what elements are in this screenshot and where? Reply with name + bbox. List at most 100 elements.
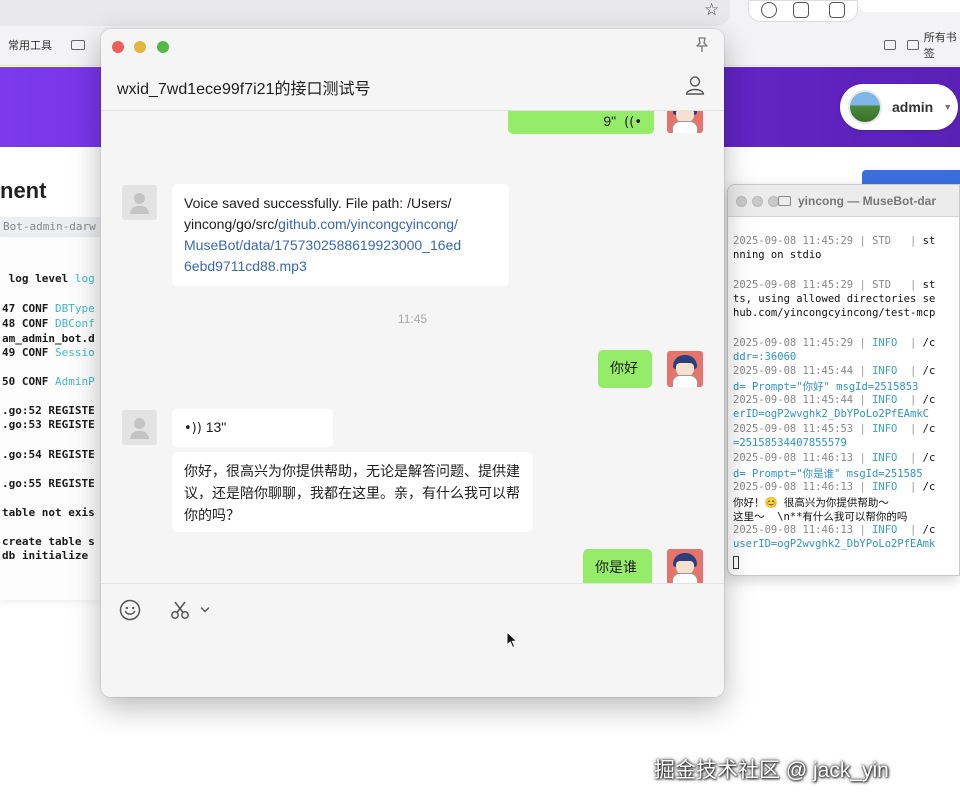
bookmark-label: 常用工具	[8, 40, 52, 52]
emoji-icon[interactable]	[119, 599, 141, 621]
terminal-line: d= Prompt="你好" msgId=2515853	[733, 381, 919, 393]
voice-duration: 9"	[603, 113, 617, 129]
log-line: .go:54 REGISTE	[2, 448, 95, 461]
mouse-pointer-icon	[506, 631, 518, 649]
pin-icon[interactable]	[695, 37, 709, 53]
message-bubble[interactable]: 你好	[598, 350, 652, 388]
extensions-group	[748, 0, 858, 22]
extension-icon[interactable]	[761, 2, 777, 18]
tab-label[interactable]: Bot-admin-darw	[0, 217, 100, 237]
terminal-line: 2025-09-08 11:45:29 | STD | st	[733, 279, 936, 291]
window-close-button[interactable]	[736, 196, 747, 207]
log-panel: log level log 47 CONF DBType 48 CONF DBCon…	[0, 238, 102, 600]
message-bubble[interactable]: Voice saved successfully. File path: /Us…	[172, 184, 509, 286]
terminal-line: erID=ogP2wvghk2_DbYPoLo2PfEAmkC	[733, 408, 929, 420]
voice-wave-icon: ((•	[620, 115, 642, 130]
message-bubble[interactable]: 你是谁	[583, 549, 652, 583]
voice-wave-icon: •))	[184, 421, 202, 436]
voice-message[interactable]: •)) 13"	[172, 409, 333, 447]
terminal-window: yincong — MuseBot-dar 2025-09-08 11:45:2…	[727, 184, 960, 576]
terminal-line: 你好！😊 很高兴为你提供帮助～	[733, 497, 889, 509]
terminal-line: 2025-09-08 11:45:44 | INFO | /c	[733, 394, 936, 406]
chat-header: wxid_7wd1ece99f7i21的接口测试号	[101, 29, 724, 111]
message-text: 你好	[610, 360, 638, 376]
terminal-line: 2025-09-08 11:45:53 | INFO | /c	[733, 423, 936, 435]
terminal-line: ddr=:36060	[733, 351, 797, 363]
message-input[interactable]	[101, 583, 724, 697]
terminal-line: 2025-09-08 11:45:29 | STD | st	[733, 235, 936, 247]
log-line: .go:55 REGISTE	[2, 477, 95, 490]
message-text: 你是谁	[595, 559, 637, 575]
watermark-text: 掘金技术社区 @ jack_yin	[654, 759, 889, 782]
avatar[interactable]	[667, 549, 703, 583]
terminal-line: 2025-09-08 11:45:29 | INFO | /c	[733, 337, 936, 349]
terminal-cursor	[733, 556, 739, 569]
profile-area[interactable]	[858, 0, 960, 12]
bookmark-star-icon[interactable]: ☆	[704, 0, 719, 20]
voice-message[interactable]: 9" ((•	[508, 111, 654, 134]
log-line: .go:53 REGISTE	[2, 418, 95, 431]
puzzle-icon[interactable]	[829, 2, 845, 18]
terminal-line: hub.com/yincongcyincong/test-mcp	[733, 307, 936, 319]
chevron-down-icon[interactable]	[200, 606, 210, 614]
message-list[interactable]: 9" ((• Voice saved successfully. File pa…	[101, 111, 724, 583]
user-menu[interactable]: admin ▼	[840, 84, 958, 130]
page-title: nent	[0, 178, 47, 203]
log-line: am_admin_bot.d	[2, 332, 95, 345]
terminal-line: userID=ogP2wvghk2_DbYPoLo2PfEAmk	[733, 538, 936, 550]
avatar	[848, 90, 882, 124]
message-link[interactable]: github.com/yincongcyincong/	[278, 216, 458, 232]
chat-title: wxid_7wd1ece99f7i21的接口测试号	[117, 81, 371, 98]
message-bubble[interactable]: 你好，很高兴为你提供帮助，无论是解答问题、提供建议，还是陪你聊聊，我都在这里。亲…	[172, 452, 533, 532]
terminal-line: 2025-09-08 11:46:13 | INFO | /c	[733, 524, 936, 536]
log-line: 48 CONF DBConf	[2, 317, 95, 330]
window-minimize-button[interactable]	[752, 196, 763, 207]
chevron-down-icon: ▼	[943, 102, 953, 112]
log-line: .go:52 REGISTE	[2, 404, 95, 417]
terminal-line: 2025-09-08 11:46:13 | INFO | /c	[733, 452, 936, 464]
address-bar[interactable]	[0, 0, 730, 26]
bookmark-label: 所有书签	[923, 32, 957, 60]
person-icon[interactable]	[685, 75, 705, 95]
terminal-line: =25158534407855579	[733, 437, 847, 449]
scissors-icon[interactable]	[169, 599, 191, 621]
folder-icon	[884, 40, 896, 50]
log-line: create table s	[2, 535, 95, 548]
log-line: log level log	[2, 272, 95, 285]
terminal-line: nning on stdio	[733, 249, 822, 261]
timestamp: 11:45	[397, 312, 428, 326]
log-line: 49 CONF Sessio	[2, 346, 95, 359]
window-minimize-button[interactable]	[134, 41, 146, 53]
extension-icon[interactable]	[793, 2, 809, 18]
log-line: 47 CONF DBType	[2, 302, 95, 315]
user-name: admin	[892, 99, 934, 115]
terminal-line: 2025-09-08 11:45:44 | INFO | /c	[733, 365, 936, 377]
folder-icon	[71, 40, 85, 50]
message-text: yincong/go/src/	[184, 216, 279, 232]
window-zoom-button[interactable]	[157, 41, 169, 53]
terminal-line: d= Prompt="你是谁" msgId=251585	[733, 468, 923, 480]
log-line: db initialize	[2, 549, 89, 562]
message-text: Voice saved successfully. File path: /Us…	[184, 195, 452, 211]
terminal-line: 这里～ \n**有什么我可以帮你的吗	[733, 511, 908, 523]
window-close-button[interactable]	[112, 41, 124, 53]
terminal-line: 2025-09-08 11:46:13 | INFO | /c	[733, 481, 936, 493]
folder-icon	[778, 196, 791, 206]
message-link[interactable]: MuseBot/data/1757302588619923000_16ed	[184, 237, 461, 253]
avatar[interactable]	[667, 111, 703, 133]
avatar[interactable]	[667, 351, 703, 387]
log-line: table not exis	[2, 506, 95, 519]
avatar[interactable]	[122, 185, 157, 220]
folder-icon	[906, 40, 919, 50]
chat-window: wxid_7wd1ece99f7i21的接口测试号 9" ((• Voice s…	[101, 29, 724, 697]
terminal-line: ts, using allowed directories se	[733, 293, 936, 305]
bookmark-item[interactable]: 常用工具	[0, 36, 85, 54]
message-text: 你好，很高兴为你提供帮助，无论是解答问题、提供建议，还是陪你聊聊，我都在这里。亲…	[184, 463, 520, 523]
terminal-title: yincong — MuseBot-dar	[798, 194, 937, 208]
log-line: 50 CONF AdminP	[2, 375, 95, 388]
message-link[interactable]: 6ebd9711cd88.mp3	[184, 258, 307, 274]
avatar[interactable]	[122, 410, 157, 445]
voice-duration: 13"	[205, 419, 227, 435]
terminal-titlebar: yincong — MuseBot-dar	[728, 185, 959, 217]
bookmark-item[interactable]: 所有书签	[884, 32, 960, 60]
